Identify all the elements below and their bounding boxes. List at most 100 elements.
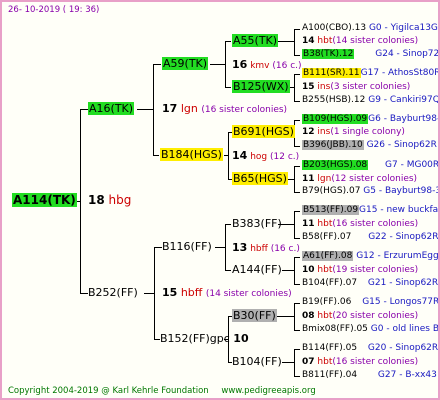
gen3-id[interactable]: B104(FF)	[232, 355, 282, 368]
gen4-ref: G12 - ErzurumEgg8	[356, 251, 440, 261]
gen3-node[interactable]: B383(FF)	[232, 217, 282, 230]
gen4-node[interactable]: A100(CBO).13 G0 - Yigilca13G	[302, 22, 438, 35]
gen3-note: (16 sister colonies)	[332, 219, 419, 229]
gen2-node[interactable]: B152(FF)gpc 10	[160, 332, 249, 345]
gen1-info: 17 lgn (16 sister colonies)	[162, 102, 287, 117]
connector	[137, 109, 153, 110]
gen4-id[interactable]: B203(HGS).08	[302, 160, 369, 170]
gen2-node[interactable]: B116(FF)	[162, 240, 212, 253]
gen4-id[interactable]: B513(FF).09	[302, 205, 360, 215]
gen1-node[interactable]: A16(TK)	[88, 102, 135, 115]
gen4-ref: G6 - Bayburt98-3	[368, 114, 440, 124]
gen3-year: 10	[302, 265, 315, 275]
gen3-node[interactable]: B65(HGS)	[232, 172, 288, 185]
gen3-id[interactable]: B30(FF)	[232, 309, 277, 322]
connector	[294, 29, 300, 30]
gen3-node[interactable]: A144(FF)	[232, 263, 282, 276]
gen2-id[interactable]: B152(FF)gpc	[160, 332, 230, 345]
gen2-info: 14 hog (12 c.)	[232, 149, 299, 164]
gen4-ref: G9 - Cankiri97Q	[368, 95, 440, 105]
gen4-id[interactable]: B111(SR).11	[302, 68, 361, 78]
gen4-node[interactable]: B111(SR).11G17 - AthosSt80R	[302, 67, 438, 80]
gen3-id[interactable]: A55(TK)	[232, 34, 279, 47]
gen3-code: hbt	[317, 265, 333, 275]
gen4-id[interactable]: A61(FF).08	[302, 251, 354, 261]
gen4-ref: G24 - Sinop72R	[375, 49, 440, 59]
gen3-id[interactable]: B65(HGS)	[232, 172, 288, 185]
gen3-node[interactable]: B30(FF)	[232, 309, 277, 322]
gen3-node[interactable]: B691(HGS)	[232, 125, 295, 138]
gen4-node[interactable]: B38(TK).12 G24 - Sinop72R	[302, 48, 440, 61]
gen1-code: hbff	[180, 286, 203, 299]
connector	[294, 146, 300, 147]
gen4-node[interactable]: B104(FF).07 G21 - Sinop62R	[302, 277, 438, 290]
gen4-id[interactable]: Bmix08(FF).05	[302, 324, 368, 334]
gen4-node[interactable]: B203(HGS).08 G7 - MG00R	[302, 159, 440, 172]
connector	[294, 29, 295, 55]
gen4-id[interactable]: B114(FF).05	[302, 343, 357, 353]
gen3-id[interactable]: B125(WX)	[232, 80, 290, 93]
gen3-info: 11 hbt(16 sister colonies)	[302, 218, 418, 231]
gen2-id[interactable]: B116(FF)	[162, 240, 212, 253]
gen1-node[interactable]: B252(FF)	[88, 286, 138, 299]
gen4-id[interactable]: B19(FF).06	[302, 297, 351, 307]
gen3-node[interactable]: B125(WX)	[232, 80, 290, 93]
connector	[282, 270, 294, 271]
gen4-node[interactable]: B114(FF).05 G20 - Sinop62R	[302, 342, 438, 355]
gen2-id[interactable]: B184(HGS)	[160, 148, 223, 161]
connector	[80, 109, 88, 110]
gen4-id[interactable]: B109(HGS).09	[302, 114, 369, 124]
gen3-info: 07 hbt(16 sister colonies)	[302, 356, 418, 369]
gen4-node[interactable]: A61(FF).08 G12 - ErzurumEgg8	[302, 250, 440, 263]
gen4-id[interactable]: A100(CBO).13	[302, 23, 366, 33]
gen1-id[interactable]: B252(FF)	[88, 286, 138, 299]
gen4-node[interactable]: B79(HGS).07 G5 - Bayburt98-3	[302, 185, 438, 198]
gen3-id[interactable]: B691(HGS)	[232, 125, 295, 138]
gen3-year: 15	[302, 82, 315, 92]
gen2-year: 16	[232, 58, 248, 71]
gen4-node[interactable]: B396(JBB).10 G26 - Sinop62R	[302, 139, 437, 152]
gen4-node[interactable]: B58(FF).07 G22 - Sinop62R	[302, 231, 438, 244]
gen4-ref: G7 - MG00R	[385, 160, 440, 170]
gen3-node[interactable]: A55(TK)	[232, 34, 279, 47]
gen3-code: lgn	[317, 174, 332, 184]
gen3-id[interactable]: B383(FF)	[232, 217, 282, 230]
gen1-code: lgn	[180, 102, 198, 115]
gen2-id[interactable]: A59(TK)	[162, 57, 209, 70]
root-id[interactable]: A114(TK)	[12, 193, 77, 207]
gen1-year: 15	[162, 286, 178, 299]
connector	[225, 270, 231, 271]
gen4-node[interactable]: B109(HGS).09G6 - Bayburt98-3	[302, 113, 440, 126]
gen2-node[interactable]: A59(TK)	[162, 57, 209, 70]
gen3-id[interactable]: A144(FF)	[232, 263, 282, 276]
gen4-id[interactable]: B396(JBB).10	[302, 140, 364, 150]
root-node[interactable]: A114(TK)	[12, 193, 77, 207]
gen4-node[interactable]: Bmix08(FF).05 G0 - old lines B	[302, 323, 438, 336]
connector	[80, 109, 81, 293]
gen2-note: (16 c.)	[270, 244, 300, 254]
connector	[154, 247, 162, 248]
gen4-id[interactable]: B79(HGS).07	[302, 186, 360, 196]
gen4-node[interactable]: B255(HSB).12 G9 - Cankiri97Q	[302, 94, 440, 107]
gen3-node[interactable]: B104(FF)	[232, 355, 282, 368]
gen3-code: ins	[317, 82, 331, 92]
connector	[294, 376, 300, 377]
footer-site[interactable]: www.pedigreeapis.org	[221, 386, 315, 396]
gen3-note: (12 sister colonies)	[331, 174, 418, 184]
gen3-code: hbt	[317, 219, 333, 229]
gen4-node[interactable]: B19(FF).06 G15 - Longos77R	[302, 296, 438, 309]
connector	[294, 303, 300, 304]
gen4-id[interactable]: B255(HSB).12	[302, 95, 365, 105]
connector	[294, 211, 295, 238]
gen4-id[interactable]: B811(FF).04	[302, 370, 357, 380]
gen4-node[interactable]: B513(FF).09G15 - new buckfas	[302, 204, 440, 217]
connector	[153, 64, 161, 65]
gen4-node[interactable]: B811(FF).04 G27 - B-xx43	[302, 369, 437, 382]
gen2-node[interactable]: B184(HGS)	[160, 148, 223, 161]
gen4-id[interactable]: B38(TK).12	[302, 49, 355, 59]
gen4-id[interactable]: B58(FF).07	[302, 232, 351, 242]
gen1-id[interactable]: A16(TK)	[88, 102, 135, 115]
gen4-ref: G15 - new buckfas	[359, 205, 440, 215]
gen3-info: 08 hbt(20 sister colonies)	[302, 310, 418, 323]
gen4-id[interactable]: B104(FF).07	[302, 278, 357, 288]
